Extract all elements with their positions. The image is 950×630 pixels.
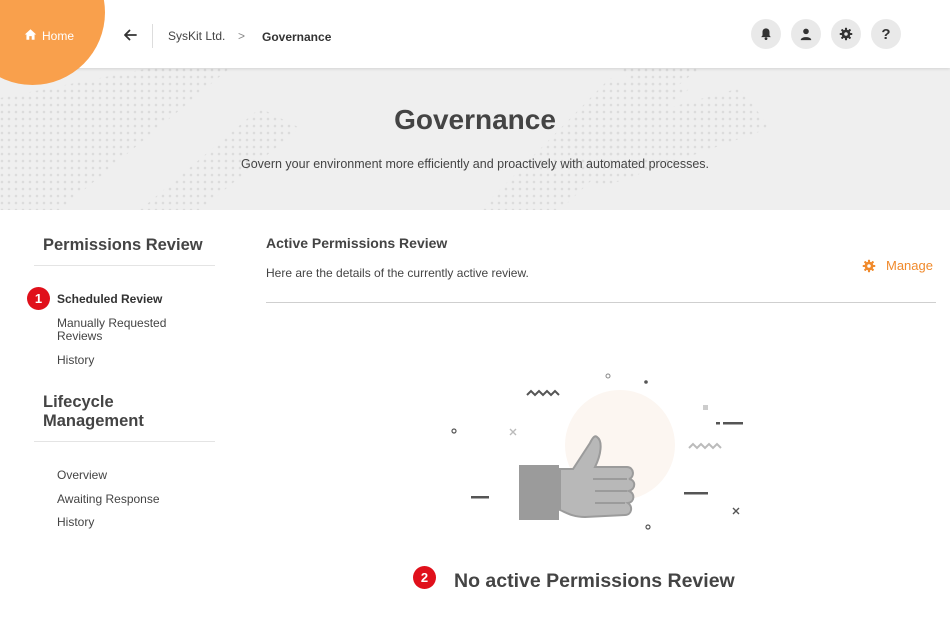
help-button[interactable]: ? [871, 19, 901, 49]
breadcrumb-tenant[interactable]: SysKit Ltd. [168, 29, 225, 43]
notifications-button[interactable] [751, 19, 781, 49]
sidebar-item-history-lifecycle[interactable]: History [57, 516, 94, 529]
section-divider [266, 302, 936, 303]
annotation-badge-1: 1 [27, 287, 50, 310]
back-arrow-icon[interactable] [122, 27, 138, 43]
sidebar-item-scheduled-review[interactable]: Scheduled Review [57, 293, 162, 306]
sidebar-item-history-permissions[interactable]: History [57, 354, 94, 367]
bell-icon [761, 28, 771, 41]
empty-state-title: No active Permissions Review [454, 570, 735, 592]
page-subtitle: Govern your environment more efficiently… [240, 157, 710, 171]
sidebar-item-awaiting-response[interactable]: Awaiting Response [57, 493, 160, 506]
annotation-badge-2: 2 [413, 566, 436, 589]
gear-icon [862, 259, 876, 272]
home-label: Home [42, 29, 75, 43]
manage-label: Manage [886, 258, 933, 273]
sidebar-item-manually-requested-reviews[interactable]: Manually Requested Reviews [57, 317, 197, 343]
section-subtitle: Here are the details of the currently ac… [266, 266, 529, 280]
settings-button[interactable] [831, 19, 861, 49]
sidebar-heading-permissions-review: Permissions Review [43, 236, 203, 254]
section-title: Active Permissions Review [266, 235, 448, 251]
page-title: Governance [394, 104, 556, 135]
sidebar-divider [34, 441, 215, 442]
top-bar: Home SysKit Ltd. > Governance ? [0, 0, 950, 85]
hero-banner: Governance Govern your environment more … [0, 68, 950, 210]
manage-button[interactable]: Manage [862, 258, 933, 273]
hero-dot-pattern [0, 68, 770, 210]
home-icon [24, 28, 37, 44]
sidebar-heading-lifecycle-management: Lifecycle Management [43, 393, 144, 430]
sidebar-divider [34, 265, 215, 266]
sidebar-item-overview[interactable]: Overview [57, 469, 107, 482]
breadcrumb-separator: > [238, 29, 246, 43]
user-icon [800, 28, 812, 41]
thumbs-up-illustration [451, 373, 743, 530]
topbar-divider [152, 24, 153, 48]
help-icon: ? [881, 25, 891, 43]
breadcrumb-current: Governance [262, 30, 332, 44]
profile-button[interactable] [791, 19, 821, 49]
gear-icon [839, 27, 853, 41]
home-link[interactable]: Home [24, 28, 74, 44]
